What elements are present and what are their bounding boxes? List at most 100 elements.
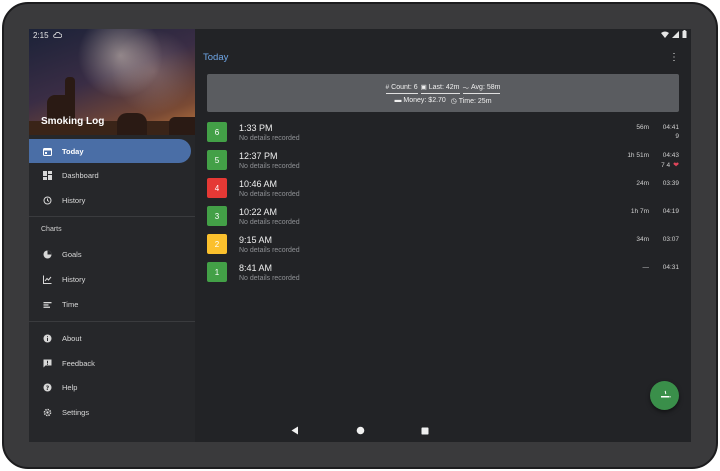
- nav-item-label: History: [62, 274, 86, 284]
- summary-money: ▬ Money: $2.70: [394, 97, 446, 104]
- entry-time: 9:15 AM: [239, 235, 273, 245]
- nav-item-settings[interactable]: Settings: [29, 400, 191, 424]
- entry-number-badge: 3: [207, 206, 227, 226]
- entry-detail: No details recorded: [239, 275, 300, 282]
- entry-duration: 03:39: [662, 180, 679, 187]
- smoking-icon: [659, 387, 671, 405]
- app-title: Smoking Log: [41, 116, 105, 127]
- overflow-menu-icon[interactable]: ⋮: [669, 52, 679, 63]
- nav-item-about[interactable]: About: [29, 326, 191, 350]
- recents-icon[interactable]: [421, 422, 429, 440]
- nav-item-help[interactable]: ? Help: [29, 375, 191, 399]
- nav-item-goals[interactable]: Goals: [29, 242, 191, 266]
- log-entry[interactable]: 4 10:46 AM No details recorded 24m 03:39: [207, 176, 679, 202]
- system-nav-bar: [195, 421, 525, 441]
- nav-item-label: History: [62, 195, 86, 205]
- nav-item-feedback[interactable]: Feedback: [29, 351, 191, 375]
- entry-time: 12:37 PM: [239, 151, 278, 161]
- money-icon: ▬: [394, 97, 402, 104]
- heart-icon: ❤: [673, 162, 679, 169]
- status-bar: 2:15: [29, 29, 691, 41]
- dashboard-icon: [42, 170, 52, 180]
- nav-item-label: Time: [62, 299, 79, 309]
- wifi-icon: [661, 31, 669, 40]
- nav-item-history[interactable]: History: [29, 188, 191, 212]
- charts-section-label: Charts: [41, 226, 62, 233]
- drawer-divider: [29, 321, 195, 322]
- status-time: 2:15: [33, 30, 49, 40]
- battery-icon: [682, 30, 687, 40]
- entry-detail: No details recorded: [239, 219, 300, 226]
- entry-gap: 56m: [636, 124, 649, 131]
- nav-item-chart-history[interactable]: History: [29, 267, 191, 291]
- entry-duration: 04:43: [662, 152, 679, 159]
- entry-detail: No details recorded: [239, 135, 300, 142]
- info-icon: [42, 333, 52, 343]
- entry-time: 1:33 PM: [239, 123, 273, 133]
- nav-item-label: Settings: [62, 407, 90, 417]
- entry-detail: No details recorded: [239, 191, 300, 198]
- calendar-icon: [42, 146, 52, 156]
- entry-number-badge: 4: [207, 178, 227, 198]
- summary-time: ◷ Time: 25m: [450, 98, 492, 105]
- entry-gap: —: [642, 264, 650, 271]
- summary-count: # Count: 6: [385, 82, 418, 94]
- entry-gap: 34m: [636, 236, 649, 243]
- entry-time: 10:22 AM: [239, 207, 278, 217]
- nav-item-today[interactable]: Today: [29, 139, 191, 163]
- nav-item-label: Feedback: [62, 358, 95, 368]
- history-icon: [42, 195, 52, 205]
- entry-duration: 04:19: [662, 208, 679, 215]
- feedback-icon: [42, 358, 52, 368]
- entry-detail: No details recorded: [239, 247, 300, 254]
- log-entry[interactable]: 3 10:22 AM No details recorded 1h 7m 04:19: [207, 204, 679, 230]
- nav-item-time[interactable]: Time: [29, 292, 191, 316]
- help-icon: ?: [42, 382, 52, 392]
- nav-item-label: Help: [62, 382, 78, 392]
- log-entry[interactable]: 6 1:33 PM No details recorded 56m 04:41 9: [207, 120, 679, 146]
- main-content: Today ⋮ # Count: 6 ▣ Last: 42m 〜 Avg: 58m ▬…: [195, 29, 691, 442]
- summary-avg: 〜 Avg: 58m: [462, 83, 501, 94]
- calendar-icon: ▣: [420, 84, 427, 91]
- trend-icon: 〜: [462, 85, 470, 92]
- entry-detail: No details recorded: [239, 163, 300, 170]
- log-entry[interactable]: 5 12:37 PM No details recorded 1h 51m 04:43 7…: [207, 148, 679, 174]
- cloud-icon: [52, 31, 62, 40]
- back-icon[interactable]: [291, 422, 299, 440]
- drawer-divider: [29, 216, 195, 217]
- entry-time: 8:41 AM: [239, 263, 273, 273]
- summary-last: ▣ Last: 42m: [420, 82, 460, 94]
- entry-time: 10:46 AM: [239, 179, 278, 189]
- entry-gap: 24m: [636, 180, 649, 187]
- signal-icon: [672, 30, 679, 40]
- pie-chart-icon: [42, 249, 52, 259]
- entry-duration: 04:31: [662, 264, 679, 271]
- entry-number-badge: 5: [207, 150, 227, 170]
- nav-item-label: Today: [62, 146, 84, 156]
- nav-item-label: About: [62, 333, 82, 343]
- hash-icon: #: [385, 83, 390, 91]
- line-chart-icon: [42, 274, 52, 284]
- entry-gap: 1h 7m: [630, 208, 649, 215]
- bar-chart-icon: [42, 299, 52, 309]
- entry-number-badge: 2: [207, 234, 227, 254]
- entry-number-badge: 1: [207, 262, 227, 282]
- entry-number-badge: 6: [207, 122, 227, 142]
- log-entry[interactable]: 2 9:15 AM No details recorded 34m 03:07: [207, 232, 679, 258]
- timer-icon: ◷: [450, 98, 457, 105]
- entry-extra: 7 4 ❤: [661, 161, 679, 170]
- entry-extra: 9: [675, 133, 679, 140]
- screen: 2:15 Smoking Log Today Dashboard History…: [29, 29, 691, 442]
- entry-duration: 03:07: [662, 236, 679, 243]
- page-title: Today: [203, 52, 229, 63]
- navigation-drawer: Smoking Log Today Dashboard History Char…: [29, 29, 195, 442]
- entry-gap: 1h 51m: [627, 152, 649, 159]
- nav-item-label: Dashboard: [62, 170, 99, 180]
- summary-card: # Count: 6 ▣ Last: 42m 〜 Avg: 58m ▬ Money: …: [207, 74, 679, 112]
- gear-icon: [42, 407, 52, 417]
- nav-item-dashboard[interactable]: Dashboard: [29, 163, 191, 187]
- log-entry[interactable]: 1 8:41 AM No details recorded — 04:31: [207, 260, 679, 286]
- home-icon[interactable]: [356, 422, 365, 440]
- svg-text:?: ?: [45, 384, 49, 391]
- add-entry-fab[interactable]: [650, 381, 679, 410]
